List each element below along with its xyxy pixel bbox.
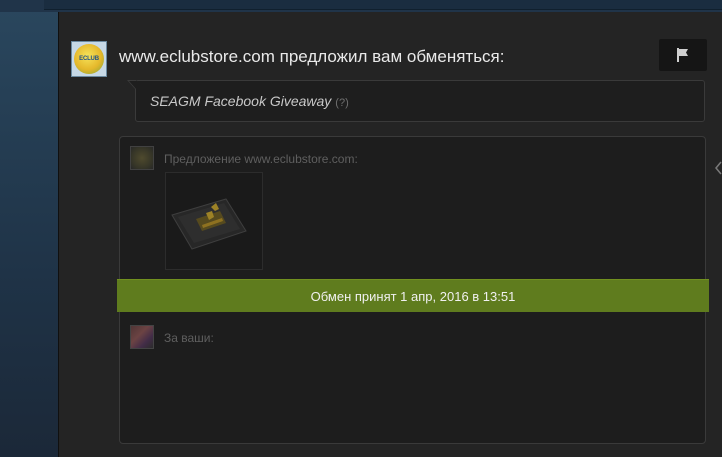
user-mini-avatar[interactable] <box>130 325 154 349</box>
trade-message-text: SEAGM Facebook Giveaway <box>150 93 332 109</box>
message-help-link[interactable]: (?) <box>335 97 348 109</box>
chevron-left-icon[interactable] <box>715 160 722 176</box>
page-background <box>0 0 58 457</box>
trader-avatar[interactable]: ECLUB <box>71 41 107 77</box>
trade-header-title: www.eclubstore.com предложил вам обменят… <box>119 47 505 66</box>
trade-message: SEAGM Facebook Giveaway (?) <box>150 93 349 109</box>
yours-label: За ваши: <box>164 331 214 345</box>
offered-item[interactable] <box>165 172 263 270</box>
logo-text: ECLUB <box>79 56 99 62</box>
top-strip <box>0 0 722 12</box>
report-button[interactable] <box>659 39 707 71</box>
trade-status-bar: Обмен принят 1 апр, 2016 в 13:51 <box>117 279 709 312</box>
trade-message-box: SEAGM Facebook Giveaway (?) <box>127 80 705 122</box>
store-mini-avatar[interactable] <box>130 146 154 170</box>
eclubstore-logo: ECLUB <box>74 44 104 74</box>
flag-icon <box>677 48 688 62</box>
offer-label: Предложение www.eclubstore.com: <box>164 152 358 166</box>
ticket-item-icon <box>171 198 247 250</box>
